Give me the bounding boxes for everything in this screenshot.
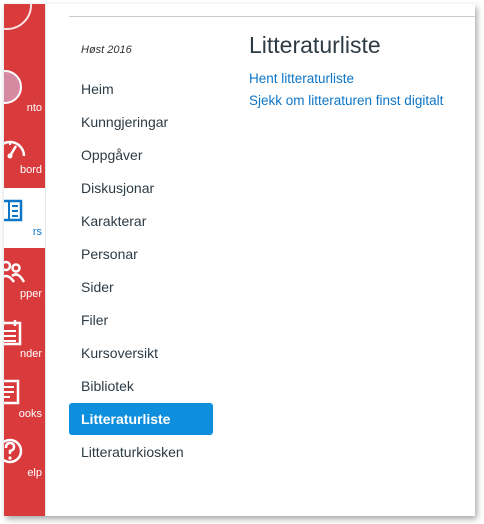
help-icon	[4, 438, 23, 464]
course-nav: Høst 2016 Heim Kunngjeringar Oppgåver Di…	[46, 4, 221, 516]
course-nav-filer[interactable]: Filer	[69, 304, 213, 336]
global-nav-label: nto	[26, 102, 42, 114]
global-nav-help[interactable]: elp	[4, 429, 45, 489]
course-nav-kursoversikt[interactable]: Kursoversikt	[69, 337, 213, 369]
course-nav-litteraturkiosken[interactable]: Litteraturkiosken	[69, 436, 213, 468]
course-nav-bibliotek[interactable]: Bibliotek	[69, 370, 213, 402]
global-nav-courses[interactable]: rs	[4, 188, 45, 248]
hent-litteraturliste-link[interactable]: Hent litteraturliste	[249, 71, 354, 86]
main-content: Litteraturliste Hent litteraturliste Sje…	[249, 4, 475, 516]
course-nav-oppgaver[interactable]: Oppgåver	[69, 139, 213, 171]
course-nav-kunngjeringar[interactable]: Kunngjeringar	[69, 106, 213, 138]
course-nav-diskusjonar[interactable]: Diskusjonar	[69, 172, 213, 204]
calendar-icon	[4, 320, 22, 346]
global-nav-label: pper	[19, 288, 42, 300]
global-nav-label: bord	[19, 164, 42, 176]
groups-icon	[4, 260, 26, 283]
global-nav-calendar[interactable]: nder	[4, 310, 45, 370]
canvas-window: nto bord rs pper nder ooks elp Høst 2016…	[4, 4, 475, 516]
course-nav-sider[interactable]: Sider	[69, 271, 213, 303]
course-nav-karakterar[interactable]: Karakterar	[69, 205, 213, 237]
course-nav-personar[interactable]: Personar	[69, 238, 213, 270]
global-nav-label: rs	[32, 226, 42, 238]
global-nav-label: nder	[19, 348, 42, 360]
course-nav-litteraturliste[interactable]: Litteraturliste	[69, 403, 213, 435]
global-nav-account[interactable]: nto	[4, 64, 45, 124]
global-nav-groups[interactable]: pper	[4, 250, 45, 310]
global-nav: nto bord rs pper nder ooks elp	[4, 4, 45, 516]
books-icon	[4, 379, 20, 405]
user-avatar	[4, 70, 22, 104]
global-nav-label: elp	[27, 467, 42, 479]
dashboard-icon	[4, 140, 26, 159]
course-nav-heim[interactable]: Heim	[69, 73, 213, 105]
global-nav-books[interactable]: ooks	[4, 370, 45, 430]
term-label: Høst 2016	[81, 44, 132, 56]
university-logo[interactable]	[4, 4, 32, 30]
global-nav-dashboard[interactable]: bord	[4, 126, 45, 186]
global-nav-label: ooks	[18, 408, 42, 420]
page-title: Litteraturliste	[249, 32, 381, 58]
courses-icon	[4, 199, 23, 222]
sjekk-digital-link[interactable]: Sjekk om litteraturen finst digitalt	[249, 93, 443, 108]
